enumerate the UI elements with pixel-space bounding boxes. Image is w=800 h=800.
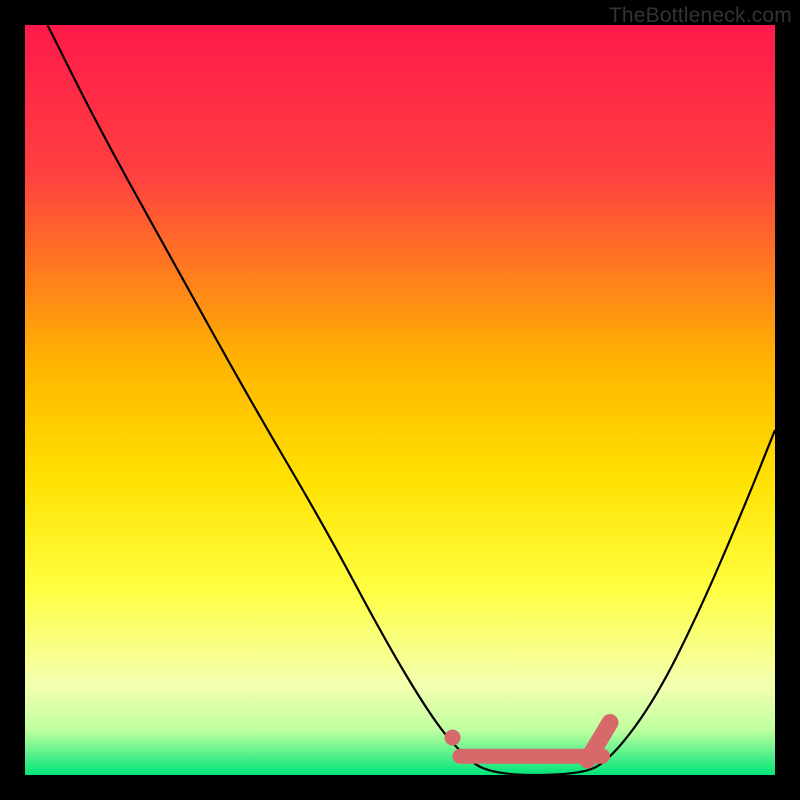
plot-area: [25, 25, 775, 775]
plot-svg: [25, 25, 775, 775]
chart-frame: TheBottleneck.com: [0, 0, 800, 800]
attribution-label: TheBottleneck.com: [609, 4, 792, 28]
gradient-background: [25, 25, 775, 775]
optimal-start-dot: [445, 730, 461, 746]
